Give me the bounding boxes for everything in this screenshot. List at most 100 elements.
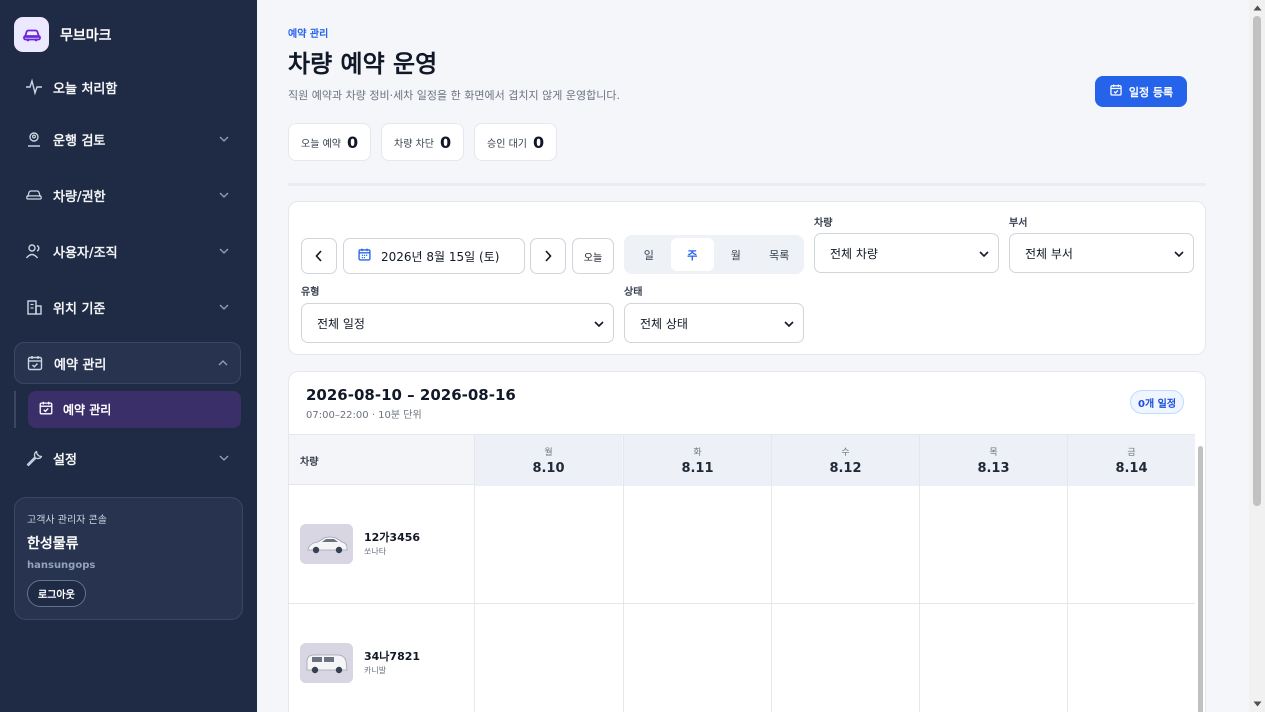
- account-role: 고객사 관리자 콘솔: [27, 515, 107, 526]
- sidebar: 무브마크 오늘 처리함 운행 검토 차량/권한 사용자/조직 위치 기준 예약 …: [0, 0, 257, 712]
- account-card: 고객사 관리자 콘솔 한성물류 hansungops 로그아웃: [14, 497, 243, 620]
- vehicle-plate: 12가3456: [364, 531, 421, 544]
- page-description: 직원 예약과 차량 정비·세차 일정을 한 화면에서 겹치지 않게 운영합니다.: [288, 89, 620, 102]
- sidebar-subitem-reservations[interactable]: 예약 관리: [28, 391, 241, 428]
- sidebar-item-reservations[interactable]: 예약 관리: [14, 342, 241, 384]
- users-icon: [24, 241, 44, 261]
- logout-button[interactable]: 로그아웃: [27, 580, 86, 607]
- day-column-header: 수 8.12: [771, 435, 919, 486]
- table-row: 34나7821 카니발: [289, 604, 1195, 712]
- sidebar-item-vehicles[interactable]: 차량/권한: [14, 174, 241, 216]
- stat-today-reservations: 오늘 예약 0: [288, 123, 372, 161]
- department-select[interactable]: 전체 부서: [1009, 233, 1194, 273]
- department-select-value: 전체 부서: [1025, 246, 1073, 261]
- activity-icon: [24, 77, 44, 97]
- day-of-week: 금: [1127, 448, 1136, 458]
- vehicle-select[interactable]: 전체 차량: [814, 233, 999, 273]
- main-content: 예약 관리 차량 예약 운영 직원 예약과 차량 정비·세차 일정을 한 화면에…: [257, 0, 1249, 712]
- department-filter-label: 부서: [1009, 218, 1028, 229]
- prev-week-button[interactable]: [301, 238, 337, 274]
- schedule-cell[interactable]: [919, 604, 1067, 712]
- schedule-hours: 07:00–22:00 · 10분 단위: [306, 410, 422, 421]
- chevron-down-icon: [784, 316, 794, 330]
- schedule-cell[interactable]: [623, 485, 771, 604]
- chevron-down-icon: [217, 451, 231, 465]
- schedule-cell[interactable]: [771, 485, 919, 604]
- sidebar-item-trip-review[interactable]: 운행 검토: [14, 118, 241, 160]
- scroll-down-arrow-icon[interactable]: [1252, 699, 1262, 709]
- sidebar-item-label: 오늘 처리함: [53, 81, 118, 97]
- add-schedule-button[interactable]: 일정 등록: [1095, 76, 1187, 107]
- type-select[interactable]: 전체 일정: [301, 303, 614, 343]
- next-week-button[interactable]: [530, 238, 566, 274]
- account-org: 한성물류: [27, 536, 79, 552]
- day-date: 8.12: [829, 461, 862, 476]
- sidebar-item-label: 차량/권한: [53, 189, 106, 205]
- vehicle-photo: [300, 643, 353, 683]
- view-month-tab[interactable]: 월: [714, 238, 758, 271]
- sidebar-item-today[interactable]: 오늘 처리함: [14, 66, 241, 108]
- page-scrollbar[interactable]: [1249, 0, 1265, 712]
- sidebar-subitem-label: 예약 관리: [63, 403, 112, 417]
- schedule-cell[interactable]: [919, 485, 1067, 604]
- status-select-value: 전체 상태: [640, 316, 688, 331]
- type-filter-label: 유형: [301, 287, 320, 298]
- breadcrumb[interactable]: 예약 관리: [288, 25, 328, 40]
- chevron-down-icon: [217, 300, 231, 314]
- schedule-cell[interactable]: [771, 604, 919, 712]
- schedule-cell[interactable]: [1067, 604, 1195, 712]
- sidebar-item-locations[interactable]: 위치 기준: [14, 286, 241, 328]
- view-switcher: 일 주 월 목록: [624, 235, 804, 274]
- sidebar-item-label: 위치 기준: [53, 301, 106, 317]
- day-date: 8.14: [1115, 461, 1148, 476]
- day-column-header: 월 8.10: [474, 435, 622, 486]
- filter-panel: 2026년 8월 15일 (토) 오늘 일 주 월 목록 차량 전체 차량 부서…: [288, 201, 1206, 355]
- view-list-tab[interactable]: 목록: [758, 238, 802, 271]
- car-icon: [24, 185, 44, 205]
- scroll-up-arrow-icon[interactable]: [1252, 3, 1262, 13]
- vehicle-model: 카니발: [364, 666, 387, 675]
- schedule-count-badge: 0개 일정: [1130, 390, 1185, 414]
- view-week-tab[interactable]: 주: [670, 238, 714, 271]
- calendar-icon: [357, 247, 372, 265]
- building-icon: [24, 297, 44, 317]
- day-of-week: 수: [841, 448, 850, 458]
- schedule-cell[interactable]: [1067, 485, 1195, 604]
- sidebar-item-settings[interactable]: 설정: [14, 437, 241, 479]
- vehicle-select-value: 전체 차량: [830, 246, 878, 261]
- today-button[interactable]: 오늘: [572, 238, 614, 274]
- stat-label: 승인 대기: [487, 138, 527, 150]
- schedule-scrollbar-thumb[interactable]: [1198, 446, 1203, 712]
- view-day-tab[interactable]: 일: [627, 238, 671, 271]
- stat-vehicle-blocks: 차량 차단 0: [381, 123, 465, 161]
- chevron-down-icon: [979, 246, 989, 260]
- chevron-down-icon: [217, 132, 231, 146]
- sidebar-item-users[interactable]: 사용자/조직: [14, 230, 241, 272]
- schedule-cell[interactable]: [623, 604, 771, 712]
- wrench-icon: [24, 448, 44, 468]
- stat-value: 0: [532, 132, 545, 152]
- stat-label: 차량 차단: [394, 138, 434, 150]
- map-pin-user-icon: [24, 129, 44, 149]
- table-row: 12가3456 쏘나타: [289, 485, 1195, 604]
- day-date: 8.10: [532, 461, 565, 476]
- page-scrollbar-thumb[interactable]: [1253, 16, 1261, 506]
- schedule-range: 2026-08-10 – 2026-08-16: [306, 386, 516, 404]
- schedule-cell[interactable]: [474, 604, 622, 712]
- calendar-check-icon: [25, 353, 45, 373]
- day-date: 8.11: [681, 461, 714, 476]
- date-picker[interactable]: 2026년 8월 15일 (토): [343, 238, 525, 274]
- chevron-down-icon: [1174, 246, 1184, 260]
- vehicle-filter-label: 차량: [814, 218, 833, 229]
- sidebar-item-label: 사용자/조직: [53, 245, 118, 261]
- status-select[interactable]: 전체 상태: [624, 303, 804, 343]
- schedule-board: 2026-08-10 – 2026-08-16 07:00–22:00 · 10…: [288, 371, 1206, 712]
- schedule-scrollbar[interactable]: [1195, 434, 1205, 712]
- schedule-cell[interactable]: [474, 485, 622, 604]
- page-title: 차량 예약 운영: [288, 50, 438, 78]
- brand[interactable]: 무브마크: [14, 17, 112, 52]
- chevron-up-icon: [216, 356, 230, 370]
- status-filter-label: 상태: [624, 287, 643, 298]
- chevron-down-icon: [217, 188, 231, 202]
- day-column-header: 목 8.13: [919, 435, 1067, 486]
